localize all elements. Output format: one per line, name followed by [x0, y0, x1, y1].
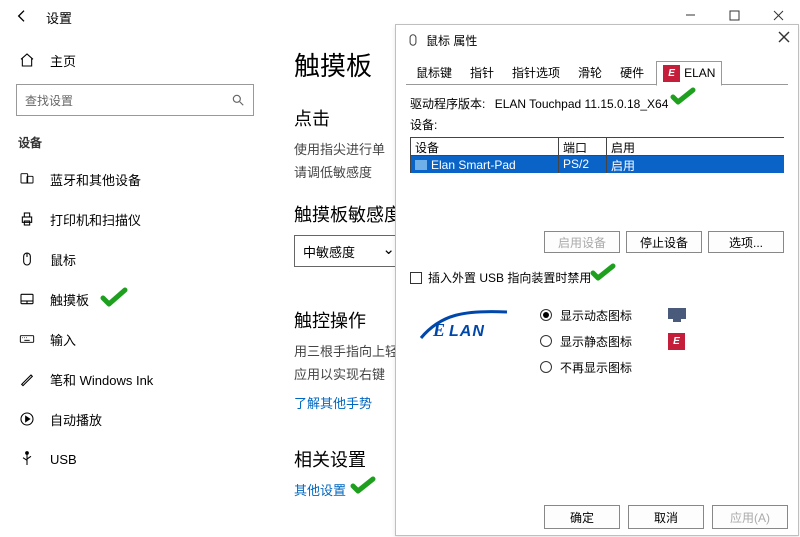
usb-checkbox-label: 插入外置 USB 指向装置时禁用 — [428, 269, 591, 286]
sidebar-item-mouse[interactable]: 鼠标 — [12, 239, 258, 279]
tab-hardware[interactable]: 硬件 — [614, 61, 650, 84]
radio-label: 显示静态图标 — [560, 333, 632, 350]
tab-pointer-options[interactable]: 指针选项 — [506, 61, 566, 84]
home-icon — [18, 51, 36, 69]
checkmark-annotation-icon — [350, 476, 376, 496]
elan-badge-icon: E — [663, 65, 680, 82]
sidebar-item-pen[interactable]: 笔和 Windows Ink — [12, 359, 258, 399]
svg-text:E: E — [432, 320, 445, 340]
th-port: 端口 — [559, 138, 607, 155]
radio-icon — [540, 361, 552, 373]
th-enable: 启用 — [607, 138, 784, 155]
bluetooth-icon — [18, 170, 36, 188]
sidebar-item-home[interactable]: 主页 — [12, 40, 258, 80]
radio-dynamic-icon[interactable]: 显示动态图标 — [540, 302, 686, 328]
checkmark-annotation-icon — [100, 287, 128, 309]
device-table: 设备 端口 启用 Elan Smart-Pad PS/2 启用 — [410, 137, 784, 173]
search-input[interactable]: 查找设置 — [16, 84, 254, 116]
sidebar-item-label: 自动播放 — [50, 410, 102, 429]
sidebar-item-label: USB — [50, 452, 77, 467]
th-device: 设备 — [411, 138, 559, 155]
sidebar-item-label: 输入 — [50, 330, 76, 349]
tab-elan[interactable]: E ELAN — [656, 61, 722, 86]
back-icon[interactable] — [14, 8, 32, 26]
tray-monitor-icon — [668, 308, 686, 322]
checkbox-icon — [410, 272, 422, 284]
sidebar-item-label: 主页 — [50, 51, 76, 70]
sidebar: 主页 查找设置 设备 蓝牙和其他设备 打印机和扫描仪 — [0, 34, 270, 537]
dialog-title-bar: 鼠标 属性 — [396, 25, 798, 55]
close-icon[interactable] — [778, 31, 790, 43]
pen-icon — [18, 370, 36, 388]
apply-button[interactable]: 应用(A) — [712, 505, 788, 529]
sidebar-item-touchpad[interactable]: 触摸板 — [12, 279, 258, 319]
radio-icon — [540, 335, 552, 347]
tab-pointer[interactable]: 指针 — [464, 61, 500, 84]
radio-label: 显示动态图标 — [560, 307, 632, 324]
sensitivity-select[interactable]: 中敏感度 — [294, 235, 404, 267]
dialog-tabs: 鼠标键 指针 指针选项 滑轮 硬件 E ELAN — [410, 59, 784, 85]
radio-static-icon[interactable]: 显示静态图标 E — [540, 328, 686, 354]
sidebar-item-usb[interactable]: USB — [12, 439, 258, 479]
related-link[interactable]: 其他设置 — [294, 483, 346, 498]
mouse-icon — [18, 250, 36, 268]
autoplay-icon — [18, 410, 36, 428]
dialog-title: 鼠标 属性 — [426, 32, 477, 49]
options-button[interactable]: 选项... — [708, 231, 784, 253]
tab-mouse-keys[interactable]: 鼠标键 — [410, 61, 458, 84]
td-port: PS/2 — [559, 156, 607, 173]
mouse-properties-dialog: 鼠标 属性 鼠标键 指针 指针选项 滑轮 硬件 E ELAN 驱动程序版本: E… — [395, 24, 799, 536]
stop-device-button[interactable]: 停止设备 — [626, 231, 702, 253]
device-label: 设备: — [410, 116, 784, 133]
td-enable: 启用 — [607, 156, 784, 173]
radio-no-icon[interactable]: 不再显示图标 — [540, 354, 686, 380]
touchpad-icon — [18, 290, 36, 308]
printer-icon — [18, 210, 36, 228]
tab-elan-label: ELAN — [684, 66, 715, 80]
driver-version-label: 驱动程序版本: — [410, 97, 485, 111]
mouse-icon — [406, 33, 420, 47]
search-placeholder: 查找设置 — [25, 92, 73, 109]
window-title: 设置 — [46, 8, 72, 27]
radio-icon — [540, 309, 552, 321]
driver-version-row: 驱动程序版本: ELAN Touchpad 11.15.0.18_X64 — [410, 95, 784, 112]
checkmark-annotation-icon — [590, 263, 616, 283]
table-row[interactable]: Elan Smart-Pad PS/2 启用 — [411, 156, 784, 173]
elan-badge-icon: E — [668, 333, 685, 350]
sidebar-heading-devices: 设备 — [18, 134, 258, 151]
search-icon — [231, 93, 245, 107]
usb-icon — [18, 450, 36, 468]
touchpad-icon — [415, 160, 427, 170]
sidebar-item-label: 触摸板 — [50, 290, 89, 309]
elan-logo: E LAN — [410, 302, 520, 350]
ok-button[interactable]: 确定 — [544, 505, 620, 529]
radio-label: 不再显示图标 — [560, 359, 632, 376]
enable-device-button[interactable]: 启用设备 — [544, 231, 620, 253]
sidebar-item-bluetooth[interactable]: 蓝牙和其他设备 — [12, 159, 258, 199]
sensitivity-value: 中敏感度 — [303, 242, 355, 261]
keyboard-icon — [18, 330, 36, 348]
checkmark-annotation-icon — [670, 87, 696, 107]
td-device: Elan Smart-Pad — [431, 158, 516, 172]
sidebar-item-label: 笔和 Windows Ink — [50, 370, 153, 389]
usb-disable-checkbox-row[interactable]: 插入外置 USB 指向装置时禁用 — [410, 269, 784, 286]
sidebar-item-label: 鼠标 — [50, 250, 76, 269]
sidebar-item-label: 蓝牙和其他设备 — [50, 170, 141, 189]
tab-wheel[interactable]: 滑轮 — [572, 61, 608, 84]
sidebar-item-autoplay[interactable]: 自动播放 — [12, 399, 258, 439]
sidebar-item-printers[interactable]: 打印机和扫描仪 — [12, 199, 258, 239]
svg-text:LAN: LAN — [449, 323, 485, 340]
sidebar-item-input[interactable]: 输入 — [12, 319, 258, 359]
driver-version-value: ELAN Touchpad 11.15.0.18_X64 — [495, 97, 669, 111]
sidebar-item-label: 打印机和扫描仪 — [50, 210, 141, 229]
cancel-button[interactable]: 取消 — [628, 505, 704, 529]
